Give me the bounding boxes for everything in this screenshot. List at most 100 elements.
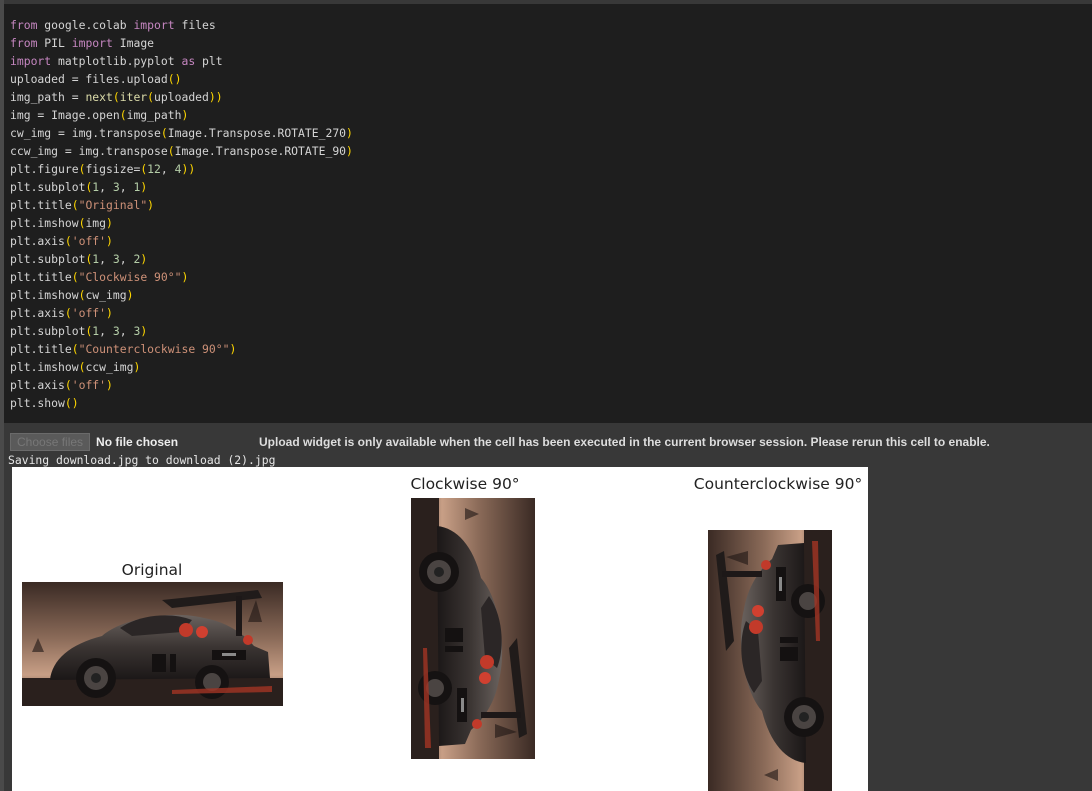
code-line: plt.axis('off') <box>10 304 1092 322</box>
code-line: plt.title("Original") <box>10 196 1092 214</box>
code-line: plt.imshow(ccw_img) <box>10 358 1092 376</box>
code-token: plt <box>195 54 223 68</box>
code-token: ) <box>133 360 141 374</box>
code-token: plt.imshow <box>10 288 79 302</box>
code-token: ) <box>106 306 113 320</box>
code-token: ( <box>112 90 120 104</box>
code-token: img = Image.open <box>10 108 120 122</box>
code-token: ) <box>181 108 189 122</box>
car-photo-counterclockwise <box>708 530 832 791</box>
matplotlib-figure: Original Clockwise 90° Counterclockwise … <box>12 467 868 791</box>
code-line: plt.axis('off') <box>10 376 1092 394</box>
code-token: 'off' <box>71 378 107 392</box>
code-line: img = Image.open(img_path) <box>10 106 1092 124</box>
code-token: plt.imshow <box>10 360 79 374</box>
code-token: import <box>71 36 113 50</box>
code-cell[interactable]: from google.colab import files from PIL i… <box>4 4 1092 423</box>
car-photo-original <box>22 582 283 706</box>
code-token: () <box>167 72 182 86</box>
code-token: plt.axis <box>10 378 65 392</box>
code-token: plt.subplot <box>10 252 86 266</box>
saving-status-text: Saving download.jpg to download (2).jpg <box>8 453 276 467</box>
code-token: ccw_img = img.transpose <box>10 144 168 158</box>
code-token: uploaded = files.upload <box>10 72 168 86</box>
code-token: plt.subplot <box>10 180 86 194</box>
code-token: ) <box>140 324 148 338</box>
no-file-label: No file chosen <box>96 435 179 449</box>
code-token: ( <box>160 126 168 140</box>
code-token: ( <box>64 378 72 392</box>
code-token: plt.axis <box>10 306 65 320</box>
code-token: 'off' <box>71 306 107 320</box>
code-token: ( <box>167 144 175 158</box>
panel-title-clockwise: Clockwise 90° <box>410 475 520 493</box>
code-token: uploaded <box>154 90 209 104</box>
code-token: ) <box>140 252 148 266</box>
code-token: iter <box>119 90 148 104</box>
code-token: ( <box>147 90 155 104</box>
code-line: cw_img = img.transpose(Image.Transpose.R… <box>10 124 1092 142</box>
code-token: figsize= <box>85 162 141 176</box>
car-photo-clockwise <box>411 498 535 759</box>
code-token: plt.axis <box>10 234 65 248</box>
code-line: import matplotlib.pyplot as plt <box>10 52 1092 70</box>
code-token: from <box>10 18 38 32</box>
upload-widget: Choose files No file chosen Upload widge… <box>10 433 990 451</box>
code-line: plt.subplot(1, 3, 2) <box>10 250 1092 268</box>
code-line: plt.subplot(1, 3, 3) <box>10 322 1092 340</box>
code-editor[interactable]: from google.colab import files from PIL i… <box>10 16 1092 412</box>
code-token: import <box>10 54 52 68</box>
code-line: ccw_img = img.transpose(Image.Transpose.… <box>10 142 1092 160</box>
code-token: , <box>119 252 134 266</box>
code-token: ( <box>64 306 72 320</box>
code-token: plt.title <box>10 342 72 356</box>
code-token: "Original" <box>78 198 148 212</box>
code-token: , <box>119 324 134 338</box>
code-token: 3 <box>112 252 120 266</box>
code-line: uploaded = files.upload() <box>10 70 1092 88</box>
code-token: ) <box>346 126 353 140</box>
code-token: , <box>99 324 113 338</box>
code-token: img_path = <box>10 90 86 104</box>
code-token: , <box>99 180 113 194</box>
code-token: Image <box>112 36 155 50</box>
code-token: google.colab <box>37 18 134 32</box>
code-line: plt.show() <box>10 394 1092 412</box>
code-token: Image.Transpose.ROTATE_270 <box>167 126 347 140</box>
code-token: )) <box>208 90 223 104</box>
code-token: ) <box>346 144 353 158</box>
code-token: ccw_img <box>85 360 134 374</box>
code-token: , <box>99 252 113 266</box>
code-token: "Counterclockwise 90°" <box>78 342 230 356</box>
cell-output: Choose files No file chosen Upload widge… <box>4 423 1092 791</box>
code-token: img_path <box>126 108 182 122</box>
code-token: ) <box>140 180 148 194</box>
code-token: ( <box>119 108 127 122</box>
code-token: 3 <box>112 324 120 338</box>
code-token: PIL <box>37 36 72 50</box>
code-line: plt.title("Counterclockwise 90°") <box>10 340 1092 358</box>
code-token: ( <box>71 198 79 212</box>
code-token: plt.figure <box>10 162 79 176</box>
code-line: plt.axis('off') <box>10 232 1092 250</box>
code-token: 12 <box>147 162 161 176</box>
code-token: cw_img = img.transpose <box>10 126 161 140</box>
code-token: plt.subplot <box>10 324 86 338</box>
choose-files-button[interactable]: Choose files <box>10 433 91 451</box>
code-token: ( <box>71 342 79 356</box>
code-token: 'off' <box>71 234 107 248</box>
code-token: plt.show <box>10 396 65 410</box>
panel-title-counterclockwise: Counterclockwise 90° <box>693 475 863 493</box>
code-line: plt.imshow(img) <box>10 214 1092 232</box>
code-token: from <box>10 36 38 50</box>
code-token: ) <box>106 378 113 392</box>
code-line: from PIL import Image <box>10 34 1092 52</box>
code-token: plt.title <box>10 198 72 212</box>
code-token: files <box>174 18 216 32</box>
code-token: , <box>160 162 175 176</box>
code-token: ( <box>64 234 72 248</box>
code-token: next <box>85 90 113 104</box>
code-line: plt.imshow(cw_img) <box>10 286 1092 304</box>
code-token: 3 <box>112 180 120 194</box>
code-token: ) <box>106 216 113 230</box>
